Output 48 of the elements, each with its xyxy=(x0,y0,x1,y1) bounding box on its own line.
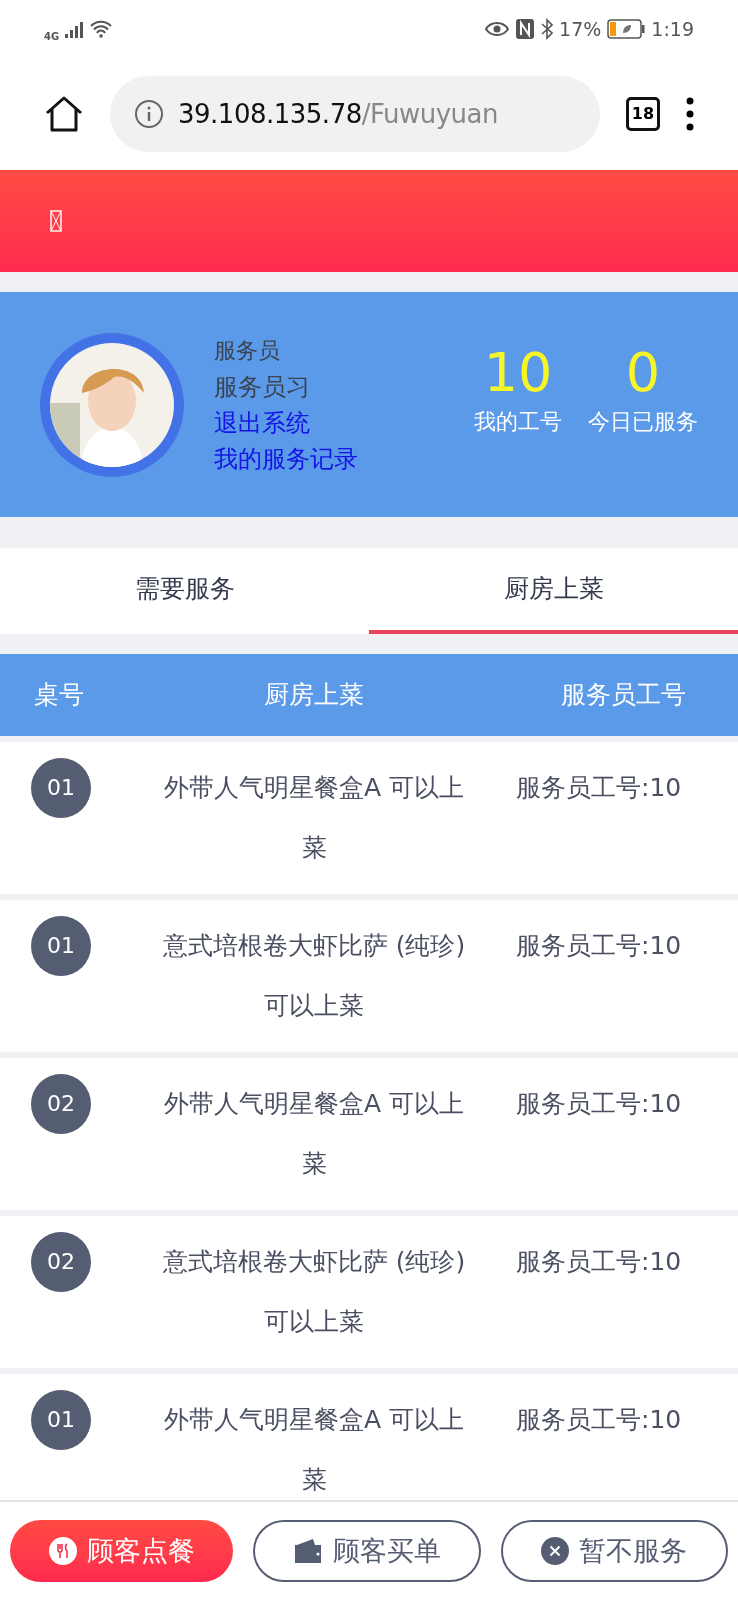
stat-label: 我的工号 xyxy=(474,408,562,436)
wallet-icon xyxy=(293,1537,323,1565)
url-text: 39.108.135.78/Fuwuyuan xyxy=(178,97,498,131)
action-button[interactable]: 暂不服务 xyxy=(500,1520,728,1582)
network-type: 4G xyxy=(44,29,60,44)
dish-status-text: 意式培根卷大虾比萨 (纯珍)可以上菜 xyxy=(161,930,467,1022)
column-header: 厨房上菜 xyxy=(263,679,365,712)
eye-icon xyxy=(485,21,510,37)
battery-icon xyxy=(607,19,646,39)
column-header: 服务员工号 xyxy=(559,679,687,712)
staff-name: 服务员习 xyxy=(214,371,311,403)
clock-time: 1:19 xyxy=(651,16,694,42)
bluetooth-icon xyxy=(541,18,554,40)
dish-status-text: 外带人气明星餐盒A 可以上菜 xyxy=(162,772,466,864)
address-bar[interactable]: 39.108.135.78/Fuwuyuan xyxy=(110,76,600,152)
missing-glyph-icon xyxy=(50,210,62,232)
staff-number-text: 服务员工号:10 xyxy=(515,1088,683,1120)
nfc-icon xyxy=(515,18,536,40)
table-number-badge: 02 xyxy=(31,1074,91,1134)
home-icon[interactable] xyxy=(44,95,84,133)
stat-value: 10 xyxy=(483,341,553,405)
column-header: 桌号 xyxy=(33,679,85,712)
tab[interactable]: 需要服务 xyxy=(0,548,369,634)
staff-number-text: 服务员工号:10 xyxy=(515,1404,683,1436)
dish-status-text: 意式培根卷大虾比萨 (纯珍)可以上菜 xyxy=(161,1246,467,1338)
dish-status-text: 外带人气明星餐盒A 可以上菜 xyxy=(162,1404,466,1496)
staff-number-text: 服务员工号:10 xyxy=(515,1246,683,1278)
wifi-icon xyxy=(89,20,114,38)
info-icon xyxy=(134,99,164,129)
tab-count-button[interactable]: 18 xyxy=(626,97,660,131)
more-menu-icon[interactable] xyxy=(686,97,694,131)
cutlery-icon xyxy=(48,1537,77,1565)
action-button[interactable]: 顾客买单 xyxy=(253,1520,481,1582)
staff-number-text: 服务员工号:10 xyxy=(515,772,683,804)
dish-status-text: 外带人气明星餐盒A 可以上菜 xyxy=(162,1088,466,1180)
stat-label: 今日已服务 xyxy=(588,408,698,436)
action-button[interactable]: 顾客点餐 xyxy=(10,1520,234,1582)
role-text: 服务员 xyxy=(214,336,281,365)
signal-icon xyxy=(63,20,86,38)
staff-number-text: 服务员工号:10 xyxy=(515,930,683,962)
table-number-badge: 01 xyxy=(31,758,91,818)
table-number-badge: 02 xyxy=(31,1232,91,1292)
stat-value: 0 xyxy=(625,341,661,405)
table-number-badge: 01 xyxy=(31,916,91,976)
table-number-badge: 01 xyxy=(31,1390,91,1450)
tab[interactable]: 厨房上菜 xyxy=(369,548,738,634)
close-icon xyxy=(541,1537,570,1565)
battery-percent: 17% xyxy=(559,16,602,42)
